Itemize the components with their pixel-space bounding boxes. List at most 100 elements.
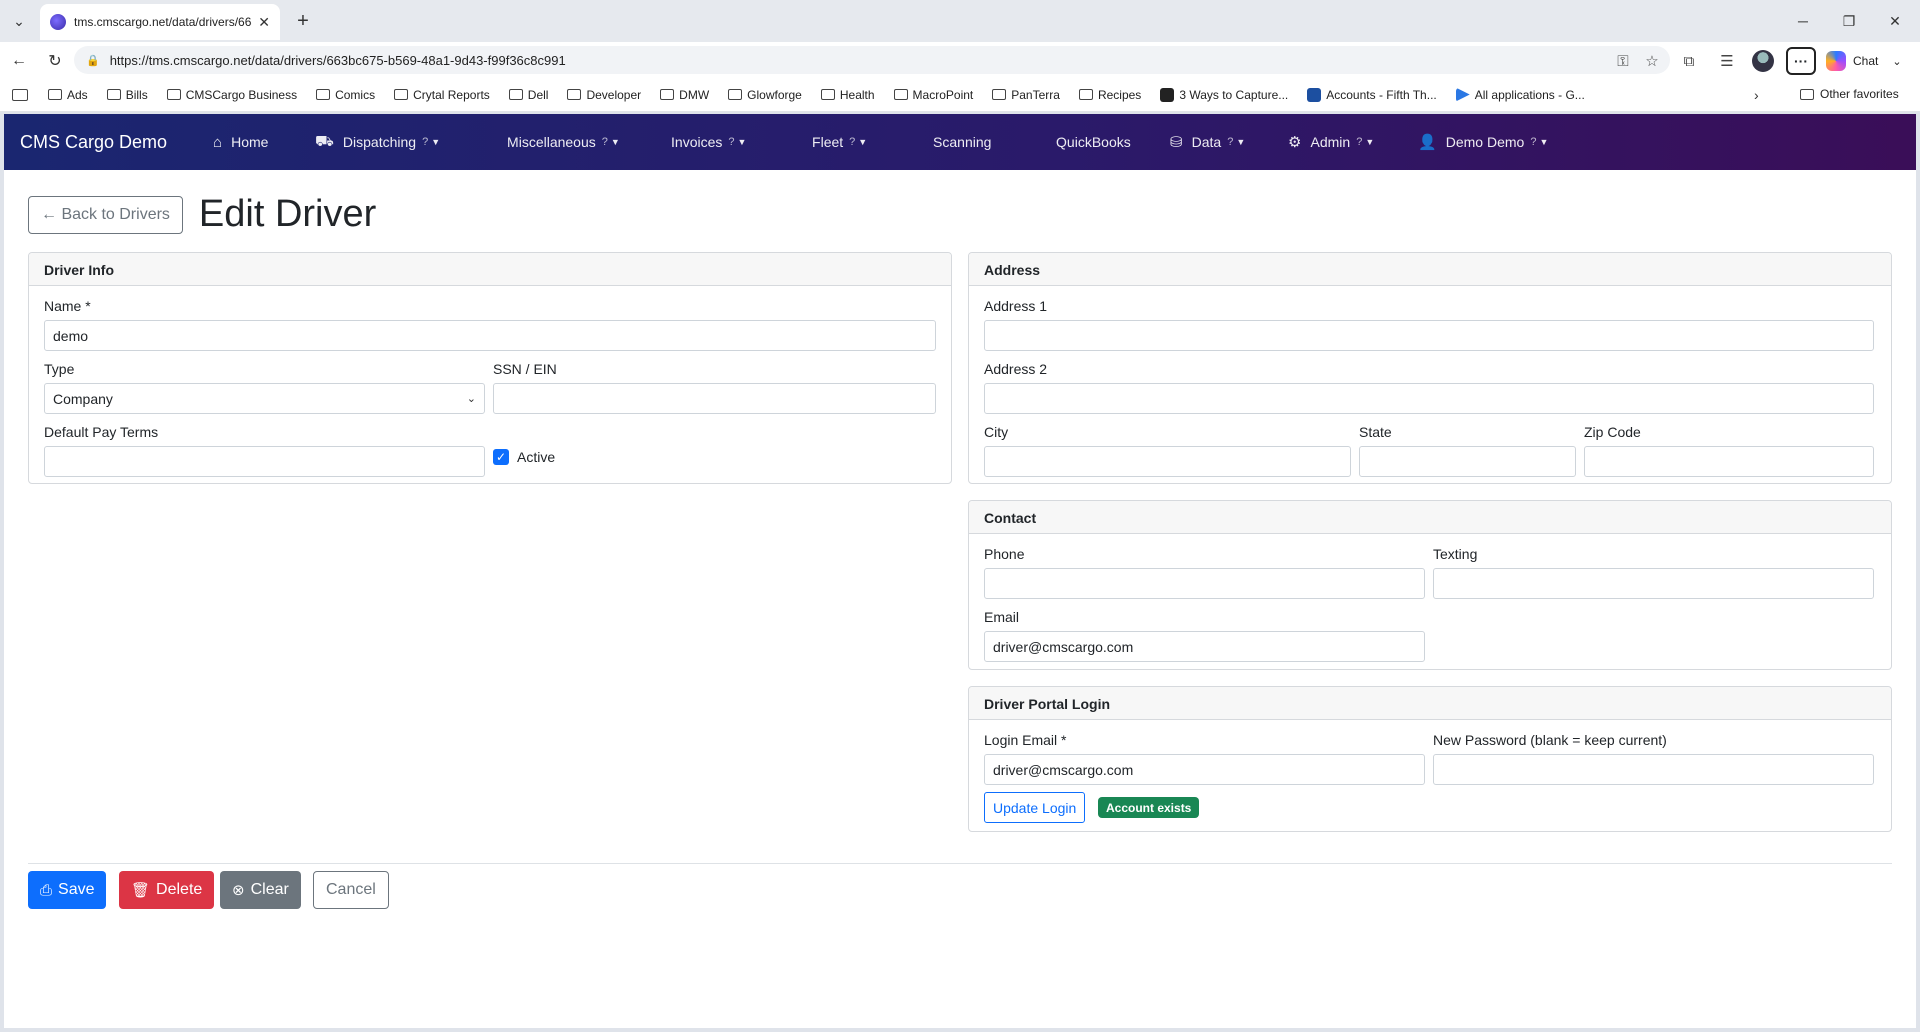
favorite-all-applications[interactable]: All applications - G... [1455,87,1585,102]
caret-down-icon: ▼ [858,137,868,147]
state-input[interactable] [1359,446,1576,477]
favorite-bills[interactable]: Bills [106,88,148,102]
account-status-badge: Account exists [1098,797,1200,818]
extensions-puzzle-icon[interactable]: ⧉ [1678,50,1700,72]
active-checkbox-group[interactable]: ✓ Active [493,449,555,465]
favorite-dmw[interactable]: DMW [660,88,709,102]
favorite-panterra[interactable]: PanTerra [992,88,1060,102]
type-select[interactable]: Company ⌄ [44,383,485,414]
favorite-dell[interactable]: Dell [508,88,548,102]
browser-tab-active[interactable]: tms.cmscargo.net/data/drivers/663bc675 ✕ [40,4,280,40]
folder-icon [394,89,409,100]
phone-label: Phone [984,546,1025,562]
app-brand[interactable]: CMS Cargo Demo [20,132,167,153]
city-label: City [984,424,1009,440]
nav-miscellaneous[interactable]: Miscellaneous? ▼ [507,134,671,150]
folder-icon [992,89,1007,100]
address2-input[interactable] [984,383,1874,414]
back-arrow-icon[interactable]: ← [8,50,30,72]
caret-down-icon: ▼ [1365,137,1375,147]
pay-terms-input[interactable] [44,446,485,477]
browser-tab-bar: ⌄ tms.cmscargo.net/data/drivers/663bc675… [0,0,1920,42]
copilot-chat-button[interactable]: Chat ⌄ [1826,50,1902,72]
phone-input[interactable] [984,568,1425,599]
clear-button[interactable]: ⊗ Clear [220,871,301,909]
page-viewport: CMS Cargo Demo ⌂ Home ⛟ Dispatching? ▼ Misc… [4,114,1916,1028]
window-restore-icon[interactable]: ❐ [1826,8,1872,34]
folder-icon [660,89,675,100]
active-label: Active [517,449,556,465]
texting-label: Texting [1433,546,1478,562]
favorites-bar: Ads Bills CMSCargo Business Comics Cryta… [0,78,1920,112]
update-login-button[interactable]: Update Login [984,792,1086,823]
site-info-lock-icon[interactable]: 🔒 [86,54,100,67]
settings-more-icon[interactable]: ··· [1786,47,1816,75]
zip-input[interactable] [1584,446,1874,477]
new-password-label: New Password (blank = keep current) [1433,732,1667,748]
favorite-accounts[interactable]: Accounts - Fifth Th... [1307,87,1437,102]
address1-label: Address 1 [984,298,1048,314]
nav-data[interactable]: ⛁ Data? ▼ [1170,133,1288,151]
reading-list-icon[interactable] [12,88,28,101]
password-key-icon[interactable]: ⚿ [1612,50,1634,72]
reload-icon[interactable]: ↻ [44,50,66,72]
favorite-glowforge[interactable]: Glowforge [728,88,802,102]
folder-icon [893,89,908,100]
new-password-input[interactable] [1433,754,1874,785]
folder-icon [820,89,835,100]
favorite-health[interactable]: Health [820,88,875,102]
portal-login-card: Driver Portal Login Login Email * driver… [968,686,1892,832]
favorite-comics[interactable]: Comics [316,88,375,102]
nav-home[interactable]: ⌂ Home [213,134,315,151]
folder-icon [316,89,331,100]
favorite-3-ways[interactable]: 3 Ways to Capture... [1160,87,1288,102]
new-tab-plus-icon[interactable]: + [290,8,316,34]
url-omnibox[interactable]: 🔒 https://tms.cmscargo.net/data/drivers/… [74,46,1670,74]
city-input[interactable] [984,446,1351,477]
login-email-input[interactable]: driver@cmscargo.com [984,754,1425,785]
ssn-input[interactable] [493,383,936,414]
favorite-cmscargo-business[interactable]: CMSCargo Business [166,88,297,102]
profile-avatar[interactable] [1752,50,1774,72]
folder-icon [728,89,743,100]
address1-input[interactable] [984,320,1874,351]
nav-admin[interactable]: ⚙ Admin? ▼ [1288,133,1418,151]
login-email-label: Login Email * [984,732,1067,748]
address1-field-group: Address 1 [984,298,1874,351]
nav-invoices[interactable]: Invoices? ▼ [671,134,812,150]
cancel-button[interactable]: Cancel [313,871,389,909]
favorites-list-icon[interactable]: ☰ [1716,50,1738,72]
favorite-recipes[interactable]: Recipes [1078,88,1141,102]
name-input[interactable]: demo [44,320,936,351]
favorite-crytal-reports[interactable]: Crytal Reports [394,88,490,102]
delete-button[interactable]: 🗑 Delete [119,871,215,909]
email-input[interactable]: driver@cmscargo.com [984,631,1425,662]
nav-quickbooks[interactable]: QuickBooks [1056,134,1170,150]
save-button[interactable]: ⎙ Save [28,871,107,909]
back-to-drivers-button[interactable]: ← Back to Drivers [28,195,183,234]
favorite-macropoint[interactable]: MacroPoint [893,88,973,102]
folder-icon [48,89,62,100]
active-checkbox[interactable]: ✓ [493,449,509,465]
url-text[interactable]: https://tms.cmscargo.net/data/drivers/66… [110,53,566,68]
truck-icon: ⛟ [315,132,334,150]
type-label: Type [44,361,75,377]
caret-down-icon: ▼ [610,137,620,147]
window-minimize-icon[interactable]: ─ [1780,8,1826,34]
nav-scanning[interactable]: Scanning [933,134,1056,150]
chevron-right-icon[interactable]: › [1754,87,1759,103]
zip-label: Zip Code [1584,424,1641,440]
chevron-down-icon: ⌄ [1892,55,1902,68]
tab-close-icon[interactable]: ✕ [258,14,270,31]
window-close-icon[interactable]: ✕ [1872,8,1918,34]
tab-list-chevron-icon[interactable]: ⌄ [6,9,32,33]
nav-user[interactable]: 👤 Demo Demo? ▼ [1418,133,1548,151]
favorite-ads[interactable]: Ads [48,88,88,102]
contact-header: Contact [969,501,1891,534]
favorite-developer[interactable]: Developer [567,88,641,102]
favorite-other-favorites[interactable]: Other favorites [1800,87,1899,101]
favorite-star-icon[interactable]: ☆ [1641,50,1663,72]
nav-dispatching[interactable]: ⛟ Dispatching? ▼ [315,133,507,152]
texting-input[interactable] [1433,568,1874,599]
nav-fleet[interactable]: Fleet? ▼ [812,134,933,150]
